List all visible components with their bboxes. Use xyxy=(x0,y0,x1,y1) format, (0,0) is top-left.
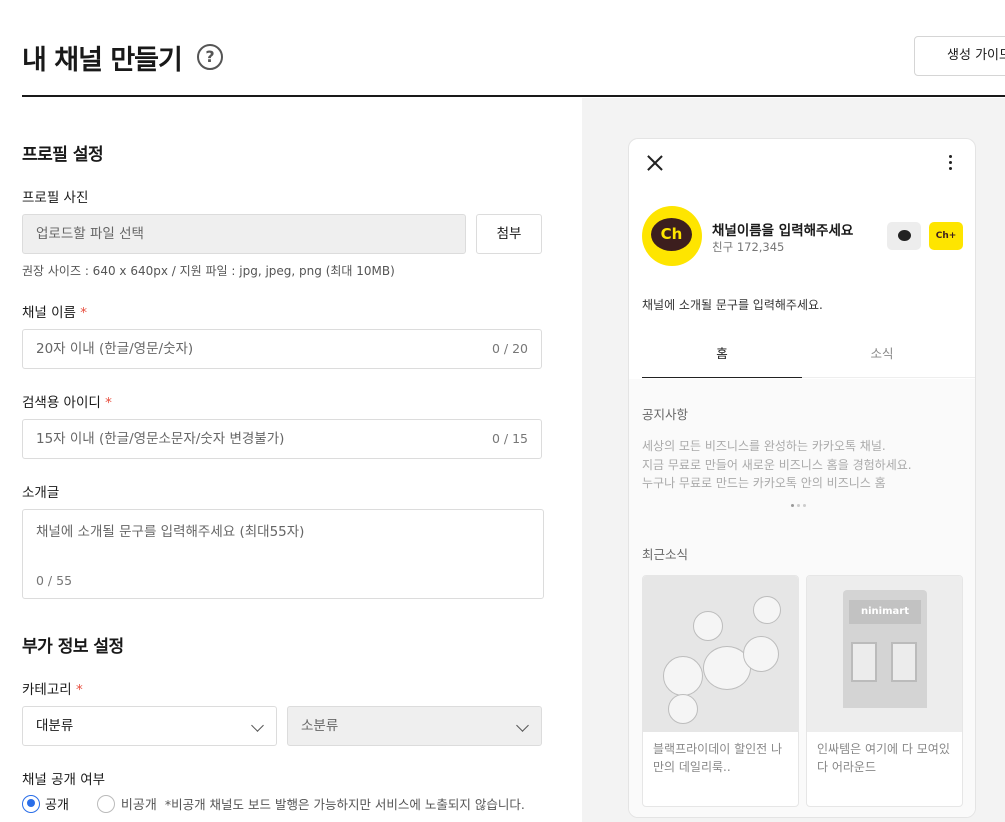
major-category-select[interactable]: 대분류 xyxy=(22,706,277,746)
attach-button[interactable]: 첨부 xyxy=(476,214,542,254)
major-category-value: 대분류 xyxy=(36,718,74,734)
profile-photo-file-field[interactable]: 업로드할 파일 선택 xyxy=(22,214,466,254)
minor-category-select[interactable]: 소분류 xyxy=(287,706,542,746)
help-icon[interactable]: ? xyxy=(197,44,223,70)
recent-news-heading: 최근소식 xyxy=(642,547,689,562)
carousel-dots xyxy=(791,504,806,507)
notice-line: 세상의 모든 비즈니스를 완성하는 카카오톡 채널. xyxy=(642,439,886,453)
intro-textarea[interactable]: 채널에 소개될 문구를 입력해주세요 (최대55자) 0 / 55 xyxy=(22,509,544,599)
photo-size-hint: 권장 사이즈 : 640 x 640px / 지원 파일 : jpg, jpeg… xyxy=(22,264,395,278)
news-card-text: 블랙프라이데이 할인전 나만의 데일리룩.. xyxy=(653,742,783,774)
more-icon[interactable] xyxy=(949,155,953,173)
chevron-down-icon xyxy=(516,719,529,732)
profile-section-title: 프로필 설정 xyxy=(22,145,104,165)
notice-heading: 공지사항 xyxy=(642,407,689,422)
required-mark: * xyxy=(105,395,112,411)
tab-home[interactable]: 홈 xyxy=(642,334,802,378)
news-card-image: ninimart xyxy=(807,576,962,732)
news-card[interactable]: ninimart 인싸템은 여기에 다 모여있다 어라운드 xyxy=(806,575,963,807)
minor-category-value: 소분류 xyxy=(301,718,339,734)
chevron-down-icon xyxy=(251,719,264,732)
private-radio[interactable] xyxy=(96,794,115,813)
chat-icon[interactable] xyxy=(887,222,921,250)
channel-logo-text: Ch xyxy=(651,218,692,251)
preview-friends-count: 친구 172,345 xyxy=(712,240,785,254)
visibility-options: 공개 비공개 *비공개 채널도 보드 발행은 가능하지만 서비스에 노출되지 않… xyxy=(22,794,525,813)
preview-panel: Ch 채널이름을 입력해주세요 친구 172,345 Ch+ 채널에 소개될 문… xyxy=(582,98,1005,822)
search-id-label-text: 검색용 아이디 xyxy=(22,395,101,411)
search-id-label: 검색용 아이디 * xyxy=(22,391,112,411)
intro-placeholder: 채널에 소개될 문구를 입력해주세요 (최대55자) xyxy=(36,524,305,540)
required-mark: * xyxy=(80,305,88,321)
close-icon[interactable] xyxy=(645,153,665,173)
news-card[interactable]: 블랙프라이데이 할인전 나만의 데일리룩.. xyxy=(642,575,799,807)
tab-news[interactable]: 소식 xyxy=(802,334,962,378)
channel-name-placeholder: 20자 이내 (한글/영문/숫자) xyxy=(36,341,194,357)
profile-photo-label: 프로필 사진 xyxy=(22,190,89,206)
public-option-label[interactable]: 공개 xyxy=(45,794,69,813)
news-card-text: 인싸템은 여기에 다 모여있다 어라운드 xyxy=(817,742,950,774)
channel-preview: Ch 채널이름을 입력해주세요 친구 172,345 Ch+ 채널에 소개될 문… xyxy=(628,138,976,818)
private-note: *비공개 채널도 보드 발행은 가능하지만 서비스에 노출되지 않습니다. xyxy=(164,797,525,812)
preview-tabs: 홈 소식 xyxy=(642,334,975,378)
channel-avatar: Ch xyxy=(642,206,702,266)
notice-text: 세상의 모든 비즈니스를 완성하는 카카오톡 채널. 지금 무료로 만들어 새로… xyxy=(642,437,912,493)
add-channel-button[interactable]: Ch+ xyxy=(929,222,963,250)
page-title: 내 채널 만들기 xyxy=(22,45,183,76)
public-radio[interactable] xyxy=(22,794,40,813)
channel-name-label-text: 채널 이름 xyxy=(22,305,76,321)
search-id-placeholder: 15자 이내 (한글/영문소문자/숫자 변경불가) xyxy=(36,431,285,447)
news-card-image xyxy=(643,576,798,732)
intro-counter: 0 / 55 xyxy=(36,573,73,588)
channel-name-counter: 0 / 20 xyxy=(491,341,528,356)
extra-section-title: 부가 정보 설정 xyxy=(22,637,124,657)
store-sign: ninimart xyxy=(849,600,921,624)
private-option-label[interactable]: 비공개 xyxy=(121,794,157,813)
store-illustration: ninimart xyxy=(843,590,927,708)
visibility-label: 채널 공개 여부 xyxy=(22,772,106,788)
page-header: 내 채널 만들기 ? 생성 가이드 xyxy=(22,0,1005,97)
channel-name-input[interactable]: 20자 이내 (한글/영문/숫자) 0 / 20 xyxy=(22,329,542,369)
channel-name-label: 채널 이름 * xyxy=(22,301,87,321)
creation-guide-button[interactable]: 생성 가이드 xyxy=(914,36,1005,76)
category-label: 카테고리 * xyxy=(22,678,83,698)
intro-label: 소개글 xyxy=(22,485,60,501)
search-id-counter: 0 / 15 xyxy=(491,431,528,446)
search-id-input[interactable]: 15자 이내 (한글/영문소문자/숫자 변경불가) 0 / 15 xyxy=(22,419,542,459)
preview-channel-name: 채널이름을 입력해주세요 xyxy=(712,223,854,239)
required-mark: * xyxy=(75,682,83,698)
preview-description: 채널에 소개될 문구를 입력해주세요. xyxy=(642,298,823,312)
notice-line: 누구나 무료로 만드는 카카오톡 안의 비즈니스 홈 xyxy=(642,476,886,490)
category-label-text: 카테고리 xyxy=(22,682,72,698)
notice-line: 지금 무료로 만들어 새로운 비즈니스 홈을 경험하세요. xyxy=(642,457,912,472)
